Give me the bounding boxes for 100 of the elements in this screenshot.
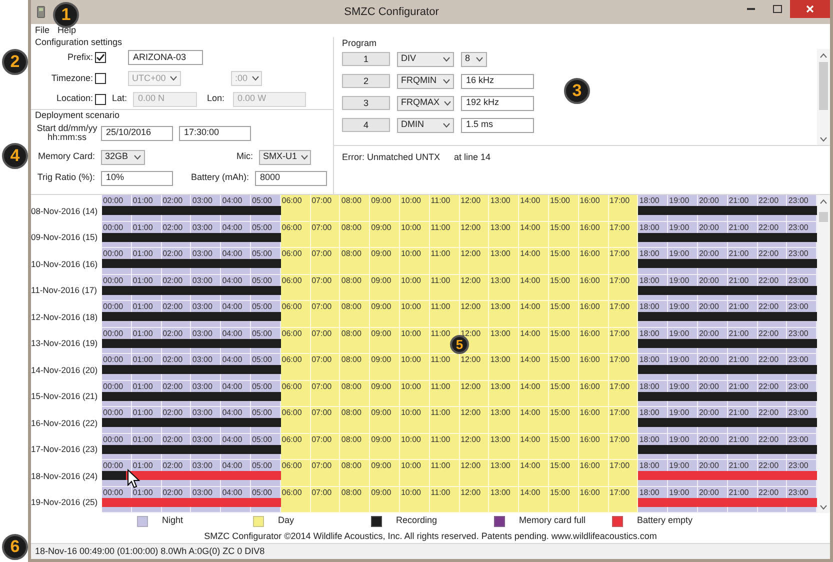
hour-label: 15:00 <box>550 488 570 496</box>
hour-label: 09:00 <box>371 355 392 364</box>
hour-label: 16:00 <box>580 488 600 496</box>
scrollbar[interactable] <box>817 49 830 145</box>
input-field[interactable]: 192 kHz <box>461 96 534 110</box>
hour-label: 22:00 <box>758 196 779 205</box>
hour-label: 16:00 <box>580 196 600 205</box>
hour-label: 00:00 <box>103 434 124 444</box>
hour-label: 17:00 <box>610 461 630 470</box>
hour-label: 14:00 <box>520 488 540 496</box>
dropdown[interactable]: FRQMAX <box>397 96 454 110</box>
hour-label: 14:00 <box>520 302 540 311</box>
hour-label: 22:00 <box>758 434 779 444</box>
menu-item[interactable]: File <box>35 24 50 38</box>
line-number-button[interactable]: 1 <box>342 52 390 66</box>
hour-label: 00:00 <box>103 461 124 470</box>
dropdown[interactable]: 8 <box>461 52 487 66</box>
hour-label: 04:00 <box>222 408 242 417</box>
hour-label: 18:00 <box>639 249 660 258</box>
error-location: at line 14 <box>454 151 491 164</box>
hour-label: 19:00 <box>669 461 690 470</box>
hour-label: 14:00 <box>520 276 540 284</box>
hour-label: 12:00 <box>460 382 481 390</box>
hour-label: 04:00 <box>222 276 242 284</box>
input-field[interactable]: 8000 <box>255 170 327 186</box>
hour-label: 20:00 <box>698 302 719 311</box>
hour-label: 02:00 <box>162 408 183 417</box>
hour-label: 13:00 <box>490 382 510 390</box>
hour-label: 18:00 <box>639 382 660 390</box>
hour-label: 21:00 <box>728 222 749 232</box>
hour-label: 16:00 <box>580 302 600 311</box>
hour-label: 22:00 <box>758 488 779 496</box>
line-number-button[interactable]: 4 <box>342 118 390 132</box>
scroll-up-icon <box>820 53 827 58</box>
scrollbar-thumb[interactable] <box>819 62 828 110</box>
dropdown[interactable]: 32GB <box>101 150 145 164</box>
hour-label: 10:00 <box>400 488 421 496</box>
hour-label: 06:00 <box>282 276 302 284</box>
hour-label: 14:00 <box>520 382 540 390</box>
chevron-down-icon <box>443 122 450 128</box>
scroll-down-icon <box>820 137 827 142</box>
input-field[interactable]: 10% <box>101 170 173 186</box>
hour-label: 14:00 <box>520 408 540 417</box>
hour-label: 10:00 <box>400 222 421 232</box>
dropdown[interactable]: DIV <box>397 52 454 66</box>
hour-label: 02:00 <box>162 488 183 496</box>
input-field[interactable]: 25/10/2016 <box>101 126 173 140</box>
hour-label: 22:00 <box>758 249 779 258</box>
line-number-button[interactable]: 2 <box>342 74 390 88</box>
hour-label: 10:00 <box>400 276 421 284</box>
hour-label: 11:00 <box>430 222 450 232</box>
dropdown[interactable]: SMX-U1 <box>259 150 311 164</box>
legend-label: Day <box>278 514 294 528</box>
input-field[interactable]: 1.5 ms <box>461 118 534 132</box>
hour-label: 12:00 <box>460 302 481 311</box>
hour-label: 15:00 <box>550 355 570 364</box>
hour-label: 06:00 <box>282 222 302 232</box>
hour-label: 13:00 <box>490 249 510 258</box>
hour-label: 13:00 <box>490 355 510 364</box>
hour-label: 19:00 <box>669 196 690 205</box>
input-field[interactable]: 17:30:00 <box>179 126 251 140</box>
date-label: 12-Nov-2016 (18) <box>31 310 98 324</box>
checkbox[interactable] <box>95 52 106 63</box>
hour-label: 07:00 <box>312 249 332 258</box>
hour-label: 11:00 <box>430 328 450 338</box>
hour-label: 04:00 <box>222 461 242 470</box>
hour-label: 19:00 <box>669 434 690 444</box>
hour-label: 02:00 <box>162 276 183 284</box>
hour-label: 23:00 <box>788 222 808 232</box>
hour-label: 08:00 <box>341 328 362 338</box>
date-label: 11-Nov-2016 (17) <box>31 284 97 298</box>
hour-label: 06:00 <box>282 249 302 258</box>
hour-label: 18:00 <box>639 196 660 205</box>
hour-label: 19:00 <box>669 302 690 311</box>
scrollbar[interactable] <box>817 195 830 513</box>
dropdown[interactable]: FRQMIN <box>397 74 454 88</box>
hour-label: 19:00 <box>669 408 690 417</box>
dropdown[interactable]: DMIN <box>397 118 454 132</box>
scrollbar-thumb[interactable] <box>819 212 828 222</box>
hour-label: 05:00 <box>252 196 272 205</box>
hour-label: 09:00 <box>371 328 392 338</box>
input-field[interactable]: ARIZONA-03 <box>128 50 203 65</box>
chevron-down-icon <box>252 76 259 81</box>
hour-label: 12:00 <box>460 222 481 232</box>
hour-label: 13:00 <box>490 488 510 496</box>
hour-label: 14:00 <box>520 249 540 258</box>
hour-label: 22:00 <box>758 355 779 364</box>
input-field[interactable]: 16 kHz <box>461 74 534 88</box>
hour-label: 23:00 <box>788 488 808 496</box>
hour-label: 00:00 <box>103 408 124 417</box>
hour-label: 15:00 <box>550 276 570 284</box>
hour-label: 13:00 <box>490 196 510 205</box>
line-number-button[interactable]: 3 <box>342 96 390 110</box>
hour-label: 19:00 <box>669 222 690 232</box>
hour-label: 18:00 <box>639 408 660 417</box>
hour-label: 13:00 <box>490 276 510 284</box>
hour-label: 05:00 <box>252 328 272 338</box>
hour-label: 10:00 <box>400 196 421 205</box>
chevron-down-icon <box>170 76 177 81</box>
close-button[interactable] <box>790 0 830 18</box>
